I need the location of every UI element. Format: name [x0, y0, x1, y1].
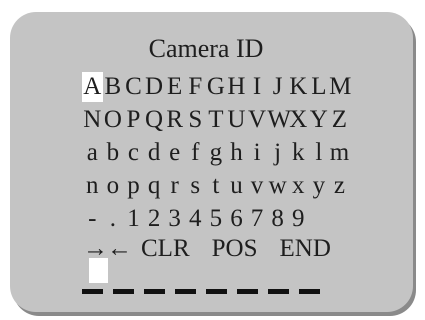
- char-key[interactable]: t: [206, 171, 227, 201]
- char-key[interactable]: k: [288, 138, 309, 168]
- camera-id-entry-field[interactable]: [82, 258, 342, 298]
- char-key[interactable]: 2: [144, 204, 165, 234]
- char-key[interactable]: R: [164, 105, 185, 135]
- char-key[interactable]: y: [309, 171, 330, 201]
- char-key[interactable]: V: [247, 105, 268, 135]
- char-key[interactable]: 1: [123, 204, 144, 234]
- char-key[interactable]: b: [103, 138, 124, 168]
- char-key[interactable]: n: [82, 171, 103, 201]
- entry-slot: [113, 289, 134, 294]
- char-key[interactable]: l: [309, 138, 330, 168]
- entry-slot: [144, 289, 165, 294]
- char-key[interactable]: w: [267, 171, 288, 201]
- char-key[interactable]: N: [82, 105, 103, 135]
- char-row-lowercase-2: n o p q r s t u v w x y z: [82, 169, 350, 202]
- char-key[interactable]: T: [206, 105, 227, 135]
- char-key[interactable]: P: [123, 105, 144, 135]
- char-key[interactable]: Z: [329, 105, 350, 135]
- char-key[interactable]: E: [164, 72, 185, 102]
- char-key[interactable]: o: [103, 171, 124, 201]
- char-key[interactable]: h: [226, 138, 247, 168]
- char-key[interactable]: K: [288, 72, 309, 102]
- char-key[interactable]: C: [123, 72, 144, 102]
- char-key[interactable]: 3: [164, 204, 185, 234]
- char-key[interactable]: B: [103, 72, 124, 102]
- char-row-uppercase-1: A B C D E F G H I J K L M: [82, 70, 351, 103]
- char-key[interactable]: z: [329, 171, 350, 201]
- char-key[interactable]: J: [267, 72, 288, 102]
- char-key[interactable]: F: [185, 72, 206, 102]
- char-key[interactable]: Y: [309, 105, 330, 135]
- camera-id-osd-panel: Camera ID A B C D E F G H I J K L M N O …: [10, 12, 413, 312]
- char-key[interactable]: d: [144, 138, 165, 168]
- char-key[interactable]: m: [329, 138, 350, 168]
- entry-slot: [206, 289, 227, 294]
- char-key[interactable]: a: [82, 138, 103, 168]
- char-key[interactable]: f: [185, 138, 206, 168]
- char-key[interactable]: j: [267, 138, 288, 168]
- char-key[interactable]: 9: [288, 204, 309, 234]
- char-key[interactable]: 5: [206, 204, 227, 234]
- char-key[interactable]: i: [247, 138, 268, 168]
- char-key[interactable]: S: [185, 105, 206, 135]
- char-key[interactable]: M: [329, 72, 351, 102]
- char-key[interactable]: r: [164, 171, 185, 201]
- char-key[interactable]: e: [164, 138, 185, 168]
- char-key[interactable]: s: [185, 171, 206, 201]
- entry-slot: [237, 289, 258, 294]
- char-key[interactable]: q: [144, 171, 165, 201]
- char-key[interactable]: A: [82, 71, 103, 102]
- char-key[interactable]: -: [82, 204, 103, 234]
- char-key[interactable]: O: [103, 105, 124, 135]
- entry-slot: [175, 289, 196, 294]
- char-key[interactable]: c: [123, 138, 144, 168]
- char-key[interactable]: 7: [247, 204, 268, 234]
- entry-slot: [299, 289, 320, 294]
- char-key[interactable]: v: [247, 171, 268, 201]
- entry-slots: [82, 289, 330, 294]
- char-key[interactable]: X: [288, 105, 309, 135]
- char-row-uppercase-2: N O P Q R S T U V W X Y Z: [82, 103, 350, 136]
- char-row-symbols-digits: - . 1 2 3 4 5 6 7 8 9: [82, 202, 350, 235]
- char-key[interactable]: p: [123, 171, 144, 201]
- entry-slot: [82, 289, 103, 294]
- osd-title: Camera ID: [148, 34, 264, 63]
- char-key[interactable]: H: [226, 72, 247, 102]
- char-row-lowercase-1: a b c d e f g h i j k l m: [82, 136, 350, 169]
- entry-cursor: [89, 258, 108, 283]
- char-key[interactable]: U: [226, 105, 247, 135]
- char-key[interactable]: D: [144, 72, 165, 102]
- entry-slot: [268, 289, 289, 294]
- char-key[interactable]: W: [267, 105, 291, 135]
- char-key[interactable]: g: [206, 138, 227, 168]
- char-key[interactable]: .: [103, 204, 124, 234]
- char-key[interactable]: I: [247, 72, 268, 102]
- char-key[interactable]: Q: [144, 105, 165, 135]
- char-key[interactable]: L: [309, 72, 330, 102]
- char-key[interactable]: 6: [226, 204, 247, 234]
- char-key[interactable]: 4: [185, 204, 206, 234]
- char-key[interactable]: 8: [267, 204, 288, 234]
- char-key[interactable]: x: [288, 171, 309, 201]
- char-key[interactable]: u: [226, 171, 247, 201]
- character-grid: A B C D E F G H I J K L M N O P Q R S T …: [82, 70, 351, 235]
- char-key[interactable]: G: [206, 72, 227, 102]
